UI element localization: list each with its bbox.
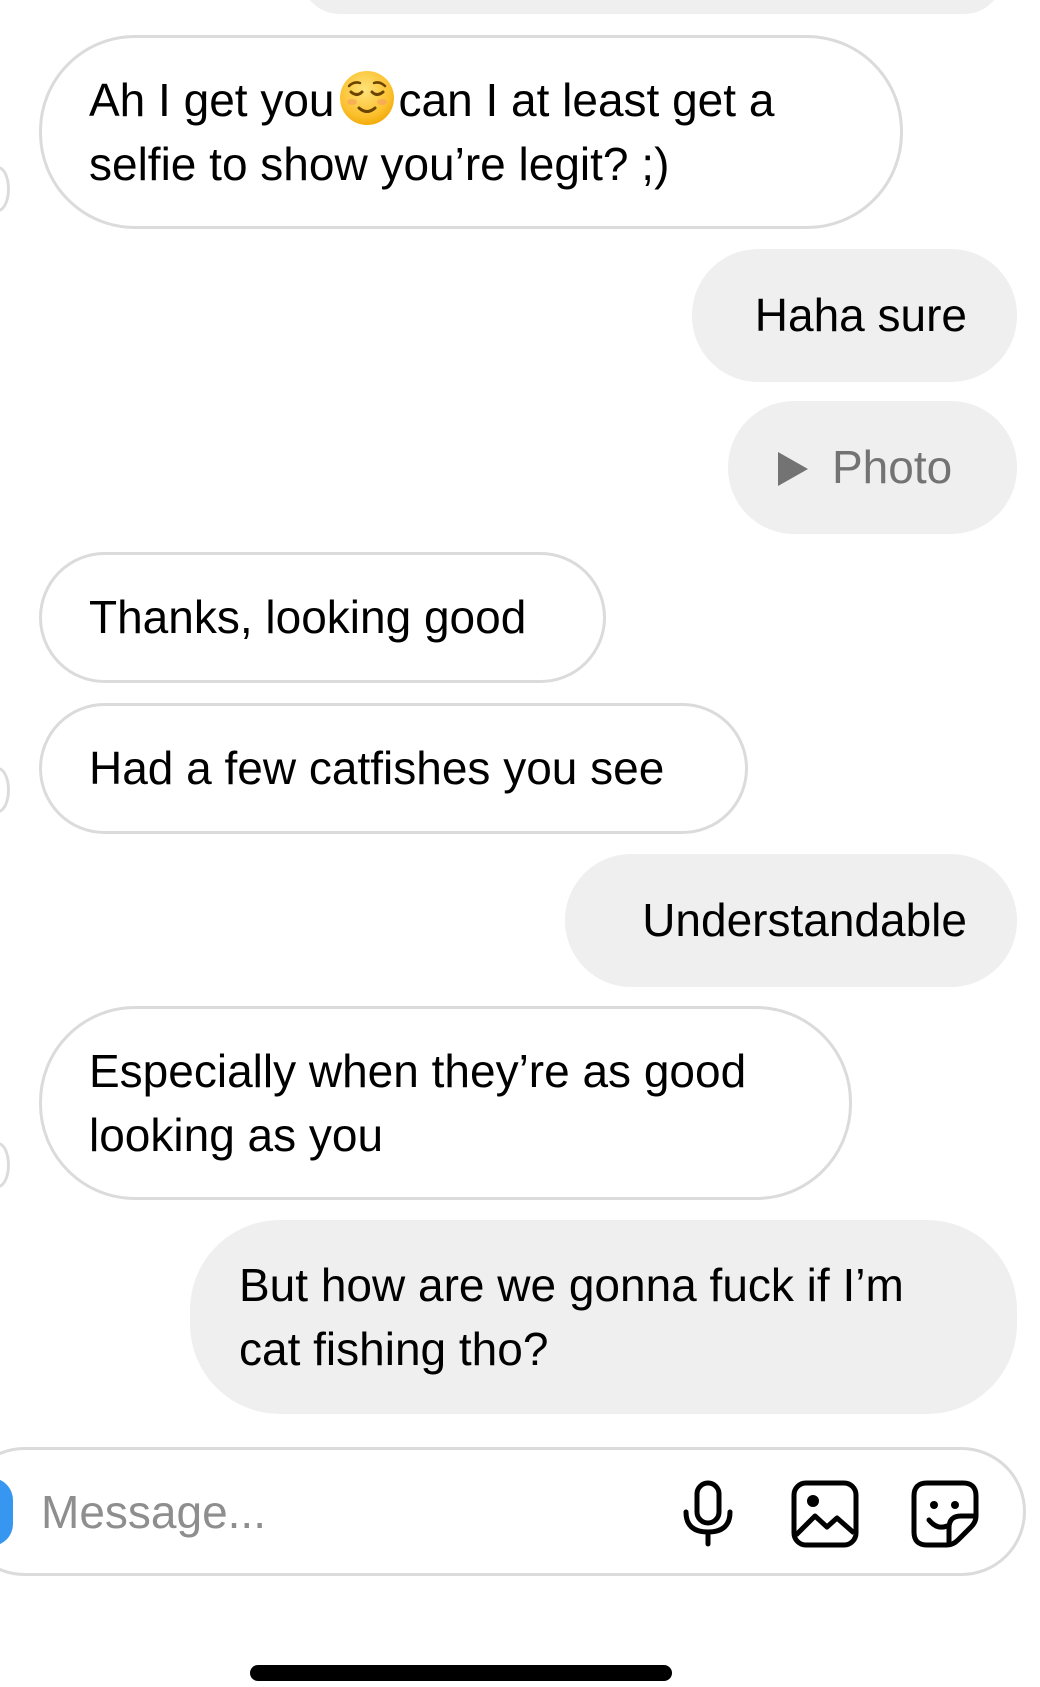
play-icon bbox=[778, 452, 808, 486]
previous-message-bubble-partial bbox=[302, 0, 1002, 14]
received-message-bubble[interactable]: Ah I get you can I at least get a selfie… bbox=[39, 35, 903, 229]
microphone-icon[interactable] bbox=[678, 1480, 738, 1548]
message-line: Especially when they’re as good bbox=[89, 1045, 747, 1097]
message-text: Had a few catfishes you see bbox=[89, 742, 665, 794]
home-indicator bbox=[250, 1665, 672, 1681]
message-text: Ah I get you bbox=[89, 74, 335, 126]
photo-label: Photo bbox=[832, 441, 953, 493]
sender-avatar-edge bbox=[0, 166, 10, 212]
message-line: cat fishing tho? bbox=[239, 1323, 549, 1375]
message-input[interactable] bbox=[41, 1480, 601, 1544]
message-line: looking as you bbox=[89, 1109, 384, 1161]
sender-avatar-edge bbox=[0, 767, 10, 813]
message-text: can I at least get a bbox=[398, 74, 775, 126]
received-message-bubble[interactable]: Especially when they’re as good looking … bbox=[39, 1006, 852, 1200]
message-line: But how are we gonna fuck if I’m bbox=[239, 1259, 904, 1311]
received-message-bubble[interactable]: Thanks, looking good bbox=[39, 552, 606, 683]
camera-icon[interactable] bbox=[0, 1478, 13, 1546]
message-text: Thanks, looking good bbox=[89, 591, 527, 643]
sent-message-bubble[interactable]: Haha sure bbox=[692, 249, 1017, 382]
sender-avatar-edge bbox=[0, 1142, 10, 1188]
gallery-icon[interactable] bbox=[791, 1480, 859, 1548]
message-composer bbox=[0, 1447, 1026, 1576]
sent-photo-message-bubble[interactable]: Photo bbox=[728, 401, 1017, 534]
received-message-bubble[interactable]: Had a few catfishes you see bbox=[39, 703, 748, 834]
message-line: selfie to show you’re legit? ;) bbox=[89, 138, 670, 190]
sticker-icon[interactable] bbox=[911, 1480, 979, 1548]
message-text: Haha sure bbox=[754, 289, 967, 341]
sent-message-bubble[interactable]: Understandable bbox=[565, 854, 1017, 987]
sent-message-bubble[interactable]: But how are we gonna fuck if I’m cat fis… bbox=[190, 1220, 1017, 1414]
message-line: Ah I get you can I at least get a bbox=[89, 68, 900, 132]
relieved-face-emoji-icon bbox=[339, 71, 394, 125]
message-text: Understandable bbox=[642, 894, 967, 946]
